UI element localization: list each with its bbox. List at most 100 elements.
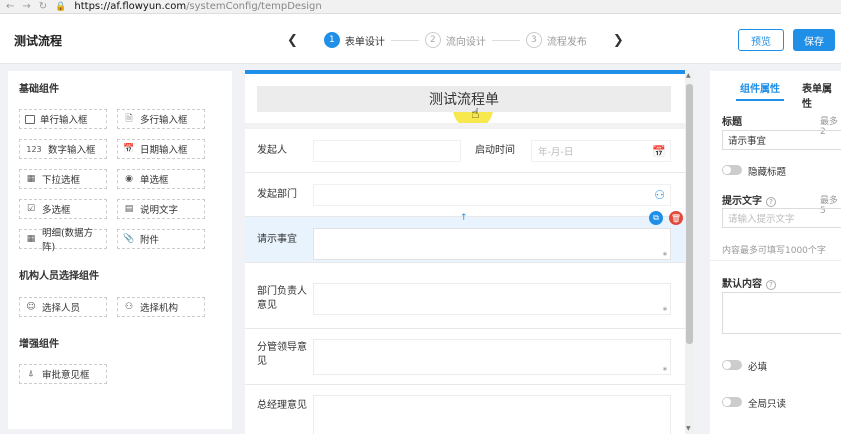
initiator-field[interactable]	[313, 140, 461, 162]
back-icon[interactable]: ←	[6, 1, 14, 12]
comp-label: 明细(数据方阵)	[41, 228, 94, 253]
url-path: /systemConfig/tempDesign	[186, 1, 322, 12]
scroll-down-icon[interactable]: ▼	[686, 425, 691, 432]
save-button[interactable]: 保存	[793, 29, 835, 51]
canvas-accent-bar	[245, 70, 685, 74]
tab-form-props[interactable]: 表单属性	[802, 80, 841, 110]
form-title: 测试流程单	[429, 92, 499, 108]
form-row-selected[interactable]: ↑ ⧉ 🗑 请示事宜 ∗	[245, 211, 685, 263]
comp-checkbox[interactable]: ☑ 多选框	[19, 199, 107, 219]
divider	[710, 260, 841, 261]
comp-label: 选择机构	[140, 303, 179, 314]
start-date-input[interactable]: 年-月-日 📅	[531, 140, 671, 162]
url-text[interactable]: https://af.flowyun.com/systemConfig/temp…	[74, 1, 321, 12]
hide-title-toggle[interactable]	[722, 165, 742, 175]
required-toggle[interactable]	[722, 360, 742, 370]
approval-icon: ⍋	[28, 369, 34, 379]
field-label: 发起部门	[257, 189, 297, 200]
group-title-org: 机构人员选择组件	[19, 271, 99, 282]
leader-opinion-textarea[interactable]: ∗	[313, 339, 671, 375]
form-row[interactable]: 总经理意见	[245, 385, 685, 434]
forward-icon[interactable]: →	[22, 1, 30, 12]
field-label-line1: 分管领导意	[257, 342, 307, 353]
resize-handle-icon[interactable]: ∗	[662, 250, 668, 258]
field-label: 启动时间	[475, 145, 515, 156]
chevron-right-icon[interactable]: ❯	[613, 33, 624, 48]
form-row[interactable]: 发起人 启动时间 年-月-日 📅	[245, 129, 685, 173]
readonly-label: 全局只读	[748, 399, 787, 410]
org-icon: ⚇	[124, 302, 134, 312]
component-palette: 基础组件 单行输入框 🗎 多行输入框 123 数字输入框 📅 日期输入框 ▦ 下…	[8, 71, 232, 429]
step-flow-design[interactable]: 2 流向设计	[424, 32, 486, 48]
dropdown-icon: ▦	[26, 174, 36, 184]
form-row[interactable]: 发起部门 ⚇	[245, 173, 685, 217]
active-tab-indicator	[736, 99, 784, 101]
radio-icon: ◉	[125, 174, 133, 184]
hand-cursor-icon: ☝	[471, 106, 480, 122]
comp-label: 数字输入框	[48, 145, 96, 156]
step-publish[interactable]: 3 流程发布	[525, 32, 587, 48]
scroll-up-icon[interactable]: ▲	[686, 72, 691, 79]
org-icon[interactable]: ⚇	[654, 188, 665, 202]
calendar-icon[interactable]: 📅	[652, 145, 666, 158]
form-row[interactable]: 部门负责人 意见 ∗	[245, 273, 685, 329]
help-icon[interactable]: ?	[766, 280, 776, 290]
copy-icon[interactable]: ⧉	[649, 211, 663, 225]
dept-head-opinion-textarea[interactable]: ∗	[313, 283, 671, 315]
form-row[interactable]: 分管领导意 见 ∗	[245, 329, 685, 385]
field-label-line1: 部门负责人	[257, 286, 307, 297]
request-textarea[interactable]: ∗	[313, 228, 671, 260]
canvas-scrollbar[interactable]: ▲ ▼	[685, 70, 694, 434]
user-icon: ☺	[26, 302, 36, 312]
reload-icon[interactable]: ↻	[39, 1, 47, 12]
url-host: https://af.flowyun.com	[74, 1, 187, 12]
field-label-line2: 意见	[257, 300, 277, 311]
delete-icon[interactable]: 🗑	[669, 211, 683, 225]
browser-url-bar: ← → ↻ 🔒 https://af.flowyun.com/systemCon…	[0, 0, 841, 14]
comp-radio[interactable]: ◉ 单选框	[117, 169, 205, 189]
department-field[interactable]: ⚇	[313, 184, 671, 206]
comp-label: 多选框	[42, 205, 71, 216]
default-label-text: 默认内容	[722, 279, 762, 290]
comp-single-input[interactable]: 单行输入框	[19, 109, 107, 129]
comp-multi-input[interactable]: 🗎 多行输入框	[117, 109, 205, 129]
scroll-thumb[interactable]	[686, 84, 693, 344]
title-input[interactable]: 请示事宜	[722, 130, 841, 150]
textbox-icon	[25, 114, 35, 124]
preview-button[interactable]: 预览	[738, 29, 784, 51]
tip-input[interactable]: 请输入提示文字	[722, 208, 841, 228]
tab-component-props[interactable]: 组件属性	[740, 80, 780, 95]
comp-date-input[interactable]: 📅 日期输入框	[117, 139, 205, 159]
resize-handle-icon[interactable]: ∗	[662, 365, 668, 373]
readonly-toggle[interactable]	[722, 397, 742, 407]
resize-handle-icon[interactable]: ∗	[662, 305, 668, 313]
comp-label: 日期输入框	[140, 145, 188, 156]
comp-approval-opinion[interactable]: ⍋ 审批意见框	[19, 364, 107, 384]
move-up-icon[interactable]: ↑	[460, 213, 468, 223]
comp-label: 多行输入框	[140, 115, 188, 126]
comp-detail-table[interactable]: ▦ 明细(数据方阵)	[19, 228, 107, 253]
form-title-box[interactable]: 测试流程单	[257, 86, 671, 112]
calendar-icon: 📅	[123, 144, 135, 154]
comp-select-user[interactable]: ☺ 选择人员	[19, 297, 107, 317]
table-icon: ▦	[26, 234, 36, 244]
document-icon: 🗎	[125, 114, 133, 124]
comp-select-org[interactable]: ⚇ 选择机构	[117, 297, 205, 317]
lock-icon: 🔒	[55, 1, 67, 12]
comp-description[interactable]: ▤ 说明文字	[117, 199, 205, 219]
properties-panel: 组件属性 表单属性 标题 最多2 请示事宜 隐藏标题 提示文字? 最多5 请输入…	[710, 71, 841, 434]
comp-dropdown[interactable]: ▦ 下拉选框	[19, 169, 107, 189]
comp-label: 单选框	[140, 175, 169, 186]
gm-opinion-textarea[interactable]	[313, 395, 671, 434]
default-content-textarea[interactable]	[722, 292, 841, 334]
step-number: 2	[424, 32, 441, 48]
comp-attachment[interactable]: 📎 附件	[117, 229, 205, 249]
date-placeholder: 年-月-日	[538, 147, 574, 158]
help-icon[interactable]: ?	[766, 197, 776, 207]
comp-number-input[interactable]: 123 数字输入框	[19, 139, 107, 159]
step-form-design[interactable]: 1 表单设计	[323, 32, 385, 48]
comp-label: 单行输入框	[40, 115, 88, 126]
chevron-left-icon[interactable]: ❮	[287, 33, 298, 48]
top-bar: 测试流程 ❮ 1 表单设计 2 流向设计 3 流程发布 ❯ 预览 保存	[0, 14, 841, 64]
page-title: 测试流程	[14, 34, 63, 48]
